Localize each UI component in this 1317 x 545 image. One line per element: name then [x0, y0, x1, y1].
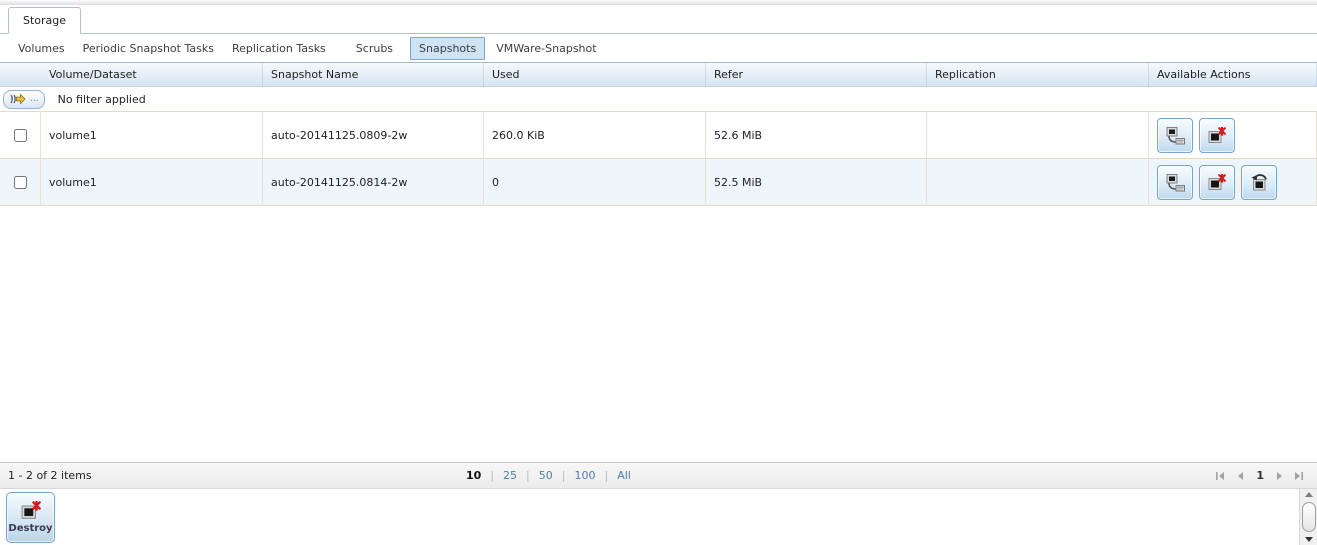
- rollback-snapshot-button[interactable]: [1241, 164, 1277, 200]
- table-row: volume1 auto-20141125.0814-2w 0 52.5 MiB: [0, 159, 1317, 206]
- row-checkbox-cell: [0, 159, 41, 205]
- scrollbar-thumb[interactable]: [1301, 502, 1316, 532]
- cell-available-actions: [1149, 159, 1317, 205]
- vertical-scrollbar[interactable]: [1299, 489, 1317, 545]
- column-header-refer[interactable]: Refer: [706, 63, 927, 86]
- cell-refer: 52.5 MiB: [706, 159, 927, 205]
- grid-header-row: Volume/Dataset Snapshot Name Used Refer …: [0, 63, 1317, 87]
- page-size-selector: 10 | 25 | 50 | 100 | All: [466, 463, 631, 488]
- subtab-vmware-snapshot[interactable]: VMWare-Snapshot: [487, 37, 605, 60]
- filter-button[interactable]: ...: [3, 89, 45, 109]
- page-size-25[interactable]: 25: [503, 469, 517, 482]
- subtab-volumes[interactable]: Volumes: [9, 37, 74, 60]
- separator: |: [561, 469, 566, 482]
- current-page-number: 1: [1256, 469, 1264, 482]
- separator: |: [604, 469, 609, 482]
- cell-used: 260.0 KiB: [484, 112, 706, 158]
- rollback-snapshot-icon: [1250, 174, 1267, 191]
- page-size-50[interactable]: 50: [539, 469, 553, 482]
- last-page-icon: [1295, 471, 1303, 480]
- subtab-snapshots[interactable]: Snapshots: [410, 36, 486, 60]
- next-page-icon: [1277, 471, 1282, 480]
- pager-navigation: 1: [1216, 463, 1304, 488]
- cell-used: 0: [484, 159, 706, 205]
- page-size-10[interactable]: 10: [466, 469, 481, 482]
- subtab-scrubs[interactable]: Scrubs: [347, 37, 402, 60]
- destroy-icon: [20, 501, 41, 520]
- column-header-available-actions: Available Actions: [1149, 63, 1317, 86]
- first-page-button[interactable]: [1216, 471, 1225, 481]
- filter-icon: [10, 93, 26, 105]
- cell-volume: volume1: [41, 159, 263, 205]
- previous-page-button[interactable]: [1237, 471, 1244, 481]
- page-size-100[interactable]: 100: [574, 469, 595, 482]
- cell-snapshot-name: auto-20141125.0809-2w: [263, 112, 484, 158]
- separator: |: [526, 469, 530, 482]
- next-page-button[interactable]: [1276, 471, 1283, 481]
- column-header-replication[interactable]: Replication: [927, 63, 1149, 86]
- destroy-button[interactable]: Destroy: [6, 492, 55, 543]
- destroy-button-label: Destroy: [8, 523, 53, 534]
- pager-bar: 1 - 2 of 2 items 10 | 25 | 50 | 100 | Al…: [0, 462, 1317, 488]
- scrollbar-up-arrow-icon[interactable]: [1304, 492, 1313, 497]
- grid-empty-space: [0, 206, 1317, 462]
- clone-snapshot-icon: [1166, 126, 1185, 145]
- cell-replication: [927, 159, 1149, 205]
- filter-button-label: ...: [30, 94, 39, 104]
- column-header-snapshot-name[interactable]: Snapshot Name: [263, 63, 484, 86]
- destroy-snapshot-icon: [1208, 126, 1226, 144]
- page-size-all[interactable]: All: [617, 469, 631, 482]
- last-page-button[interactable]: [1295, 471, 1304, 481]
- column-header-used[interactable]: Used: [484, 63, 706, 86]
- clone-snapshot-button[interactable]: [1157, 164, 1193, 200]
- subtab-bar: Volumes Periodic Snapshot Tasks Replicat…: [0, 34, 1317, 62]
- tab-bar: Storage: [0, 5, 1317, 34]
- row-checkbox[interactable]: [14, 175, 27, 189]
- subtab-periodic-snapshot-tasks[interactable]: Periodic Snapshot Tasks: [74, 37, 223, 60]
- cell-replication: [927, 112, 1149, 158]
- destroy-snapshot-button[interactable]: [1199, 117, 1235, 153]
- destroy-snapshot-icon: [1208, 173, 1226, 191]
- cell-volume: volume1: [41, 112, 263, 158]
- cell-refer: 52.6 MiB: [706, 112, 927, 158]
- cell-available-actions: [1149, 112, 1317, 158]
- previous-page-icon: [1238, 471, 1244, 480]
- scrollbar-down-arrow-icon[interactable]: [1304, 537, 1313, 542]
- filter-status-text: No filter applied: [57, 92, 146, 106]
- destroy-snapshot-button[interactable]: [1199, 164, 1235, 200]
- form-actions-panel: Destroy: [0, 488, 1317, 545]
- tab-storage[interactable]: Storage: [8, 7, 82, 34]
- cell-snapshot-name: auto-20141125.0814-2w: [263, 159, 484, 205]
- column-header-volume[interactable]: Volume/Dataset: [41, 63, 263, 86]
- grid-filter-row: ... No filter applied: [0, 87, 1317, 112]
- table-row: volume1 auto-20141125.0809-2w 260.0 KiB …: [0, 112, 1317, 159]
- snapshots-grid: Volume/Dataset Snapshot Name Used Refer …: [0, 62, 1317, 462]
- subtab-replication-tasks[interactable]: Replication Tasks: [223, 37, 335, 60]
- items-summary: 1 - 2 of 2 items: [8, 469, 92, 482]
- separator: |: [490, 469, 495, 482]
- first-page-icon: [1216, 471, 1225, 480]
- clone-snapshot-button[interactable]: [1157, 117, 1193, 153]
- row-checkbox-cell: [0, 112, 41, 158]
- clone-snapshot-icon: [1166, 173, 1185, 192]
- row-checkbox[interactable]: [14, 128, 27, 142]
